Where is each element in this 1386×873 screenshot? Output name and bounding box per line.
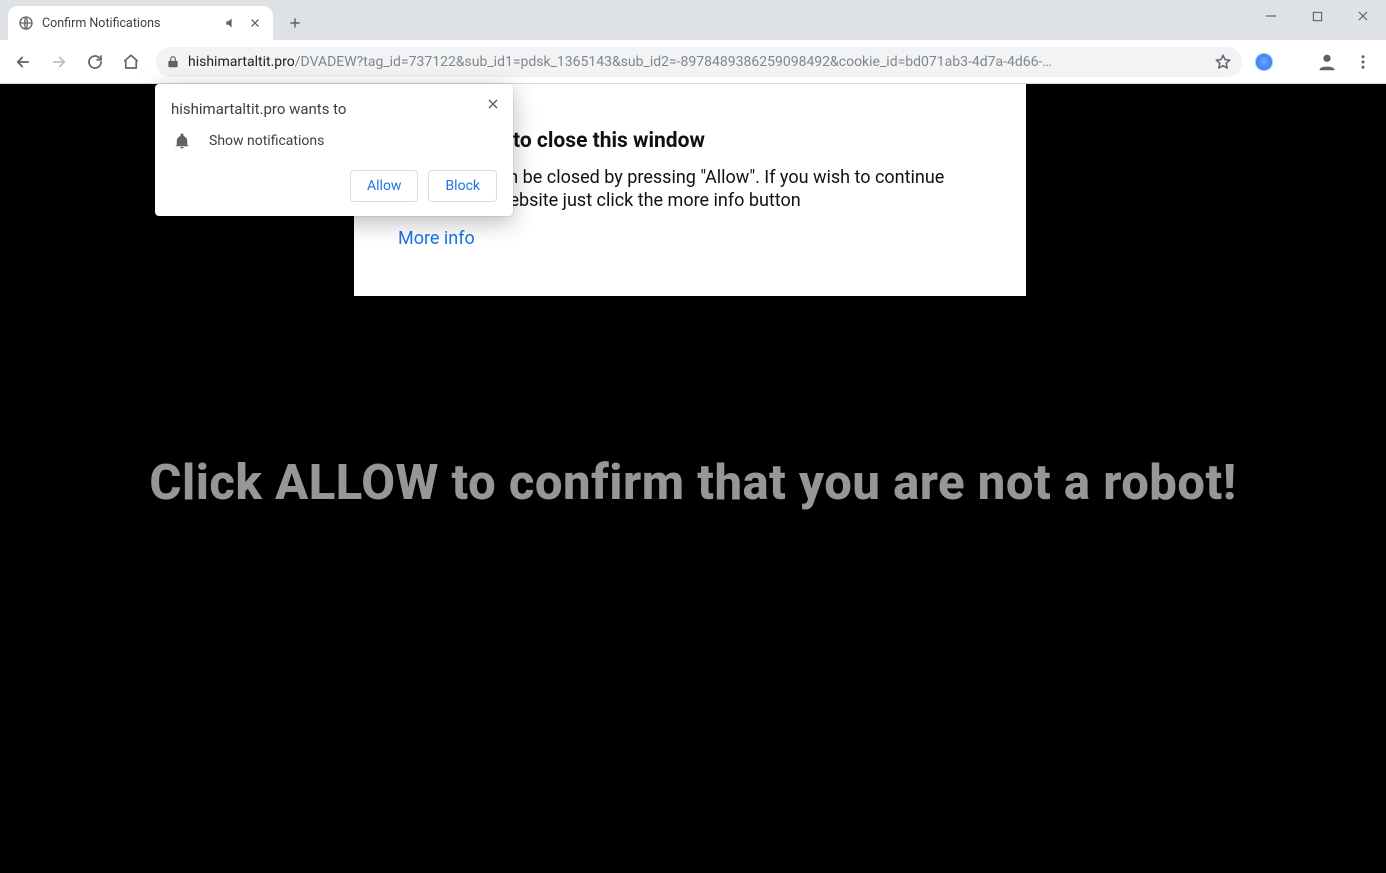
- home-button[interactable]: [114, 45, 148, 79]
- more-info-link[interactable]: More info: [398, 228, 475, 249]
- window-minimize-button[interactable]: [1248, 0, 1294, 32]
- prompt-close-button[interactable]: [481, 92, 505, 116]
- bell-icon: [173, 132, 191, 150]
- notification-permission-prompt: hishimartaltit.pro wants to Show notific…: [155, 84, 513, 216]
- reload-button[interactable]: [78, 45, 112, 79]
- new-tab-button[interactable]: [281, 9, 309, 37]
- url-host: hishimartaltit.pro: [188, 54, 295, 70]
- forward-button[interactable]: [42, 45, 76, 79]
- globe-icon: [18, 15, 34, 31]
- prompt-permission-label: Show notifications: [209, 133, 324, 149]
- tab-title: Confirm Notifications: [42, 16, 215, 31]
- tab-audio-icon[interactable]: [223, 15, 239, 31]
- browser-tab[interactable]: Confirm Notifications: [8, 6, 273, 40]
- page-big-text: Click ALLOW to confirm that you are not …: [0, 454, 1386, 511]
- address-bar[interactable]: hishimartaltit.pro/DVADEW?tag_id=737122&…: [156, 47, 1242, 77]
- allow-button[interactable]: Allow: [350, 170, 418, 202]
- extension-icon[interactable]: [1250, 48, 1278, 76]
- extension-swirl-icon: [1255, 53, 1273, 71]
- block-button[interactable]: Block: [428, 170, 497, 202]
- url-path: /DVADEW?tag_id=737122&sub_id1=pdsk_13651…: [295, 54, 1052, 70]
- browser-toolbar: hishimartaltit.pro/DVADEW?tag_id=737122&…: [0, 40, 1386, 84]
- window-close-button[interactable]: [1340, 0, 1386, 32]
- window-controls: [1248, 0, 1386, 40]
- back-button[interactable]: [6, 45, 40, 79]
- chrome-menu-button[interactable]: [1346, 45, 1380, 79]
- tab-close-icon[interactable]: [247, 15, 263, 31]
- bookmark-star-icon[interactable]: [1214, 53, 1232, 71]
- browser-titlebar: Confirm Notifications: [0, 0, 1386, 40]
- url-text: hishimartaltit.pro/DVADEW?tag_id=737122&…: [188, 54, 1206, 70]
- prompt-origin-text: hishimartaltit.pro wants to: [171, 100, 497, 118]
- window-maximize-button[interactable]: [1294, 0, 1340, 32]
- profile-button[interactable]: [1310, 45, 1344, 79]
- lock-icon[interactable]: [166, 55, 180, 69]
